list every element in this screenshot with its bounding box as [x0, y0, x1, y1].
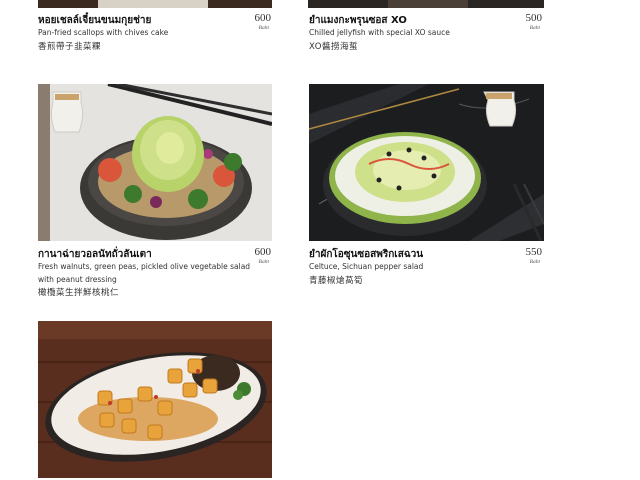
tofu-dish-photo: [38, 321, 272, 478]
item-thai-name: ยำผักโอซุนซอสพริกเสฉวน: [309, 249, 424, 260]
item-chinese-name: 青藤椒熗萵筍: [309, 276, 364, 286]
item-price: 550: [525, 246, 543, 258]
item-english-desc: Celtuce, Sichuan pepper salad: [309, 262, 424, 271]
item-currency: Baht: [529, 259, 540, 265]
menu-item-celtuce-salad: ยำผักโอซุนซอสพริกเสฉวน Celtuce, Sichuan …: [0, 0, 640, 300]
